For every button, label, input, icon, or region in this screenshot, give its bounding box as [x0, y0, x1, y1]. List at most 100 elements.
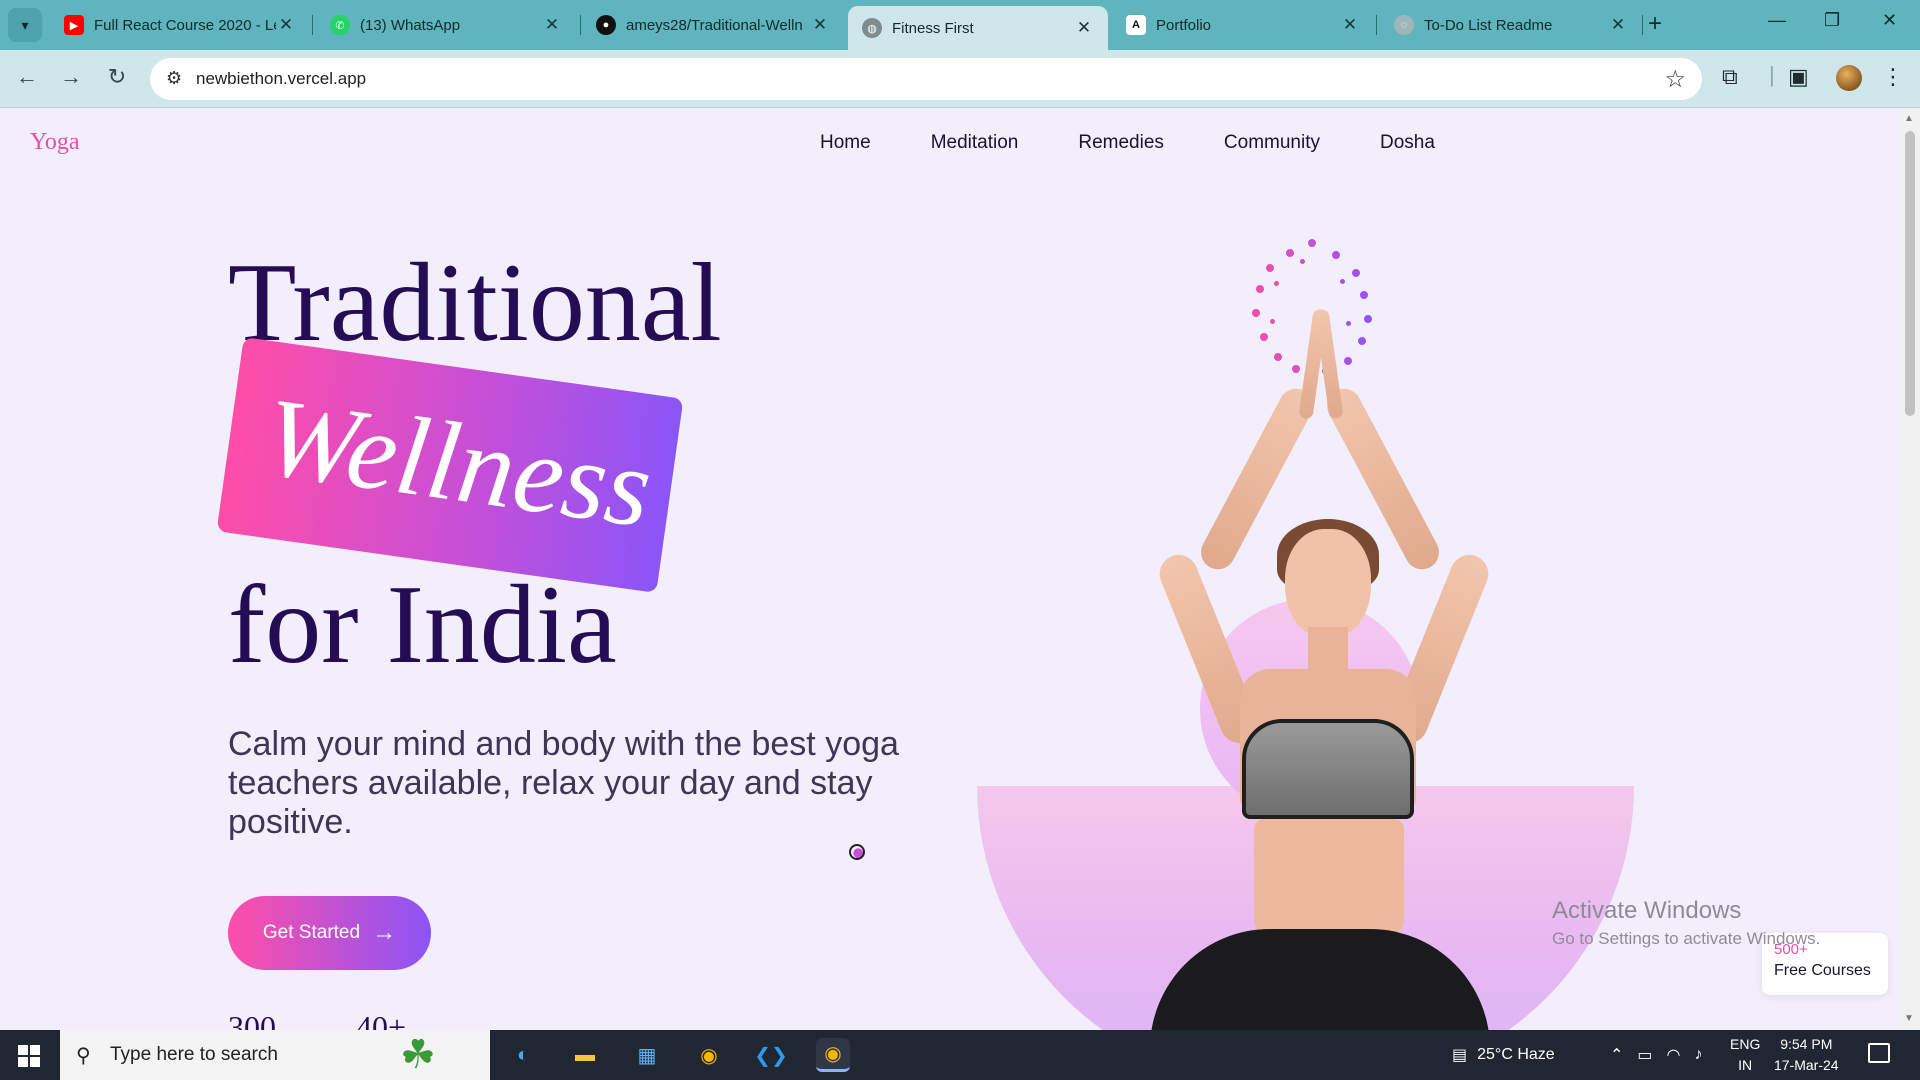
- side-panel-icon[interactable]: ▣: [1788, 64, 1809, 90]
- minimize-button[interactable]: —: [1768, 10, 1786, 31]
- yoga-woman-illustration: [1130, 229, 1510, 1030]
- portfolio-icon: A: [1126, 15, 1146, 35]
- search-placeholder: Type here to search: [110, 1044, 278, 1065]
- globe-icon: ◍: [862, 18, 882, 38]
- tab-github[interactable]: ● ameys28/Traditional-Welln ✕: [582, 6, 844, 44]
- windows-taskbar: ⚲ Type here to search ☘ ◐ ▬ ▦ ◉ ❮❯ ◉ ▤ 2…: [0, 1030, 1920, 1080]
- todo-icon: ◌: [1394, 15, 1414, 35]
- date-text: 17-Mar-24: [1774, 1057, 1839, 1073]
- notification-icon[interactable]: [1868, 1043, 1890, 1063]
- nav-remedies[interactable]: Remedies: [1078, 132, 1164, 154]
- hero-title-line1: Traditional: [228, 241, 722, 365]
- arrow-right-icon: →: [372, 919, 397, 946]
- new-tab-button[interactable]: +: [1648, 10, 1662, 38]
- address-bar[interactable]: ⚙ newbiethon.vercel.app ☆: [150, 58, 1702, 100]
- cursor-follower: [849, 844, 865, 860]
- get-started-button[interactable]: Get Started →: [228, 896, 431, 970]
- profile-avatar[interactable]: [1836, 65, 1862, 91]
- head: [1285, 529, 1371, 639]
- courses-label: Free Courses: [1774, 962, 1871, 979]
- battery-icon[interactable]: ▭: [1637, 1045, 1652, 1065]
- crossed-legs: [1150, 929, 1490, 1030]
- forward-button[interactable]: →: [56, 64, 86, 90]
- microsoft-store-icon[interactable]: ▦: [630, 1038, 664, 1072]
- page-scrollbar[interactable]: ▲ ▼: [1900, 109, 1920, 1030]
- midriff: [1254, 819, 1404, 939]
- file-explorer-icon[interactable]: ▬: [568, 1038, 602, 1072]
- tab-portfolio[interactable]: A Portfolio ✕: [1112, 6, 1374, 44]
- close-icon[interactable]: ✕: [542, 15, 562, 35]
- region-code: IN: [1738, 1057, 1753, 1073]
- bookmark-star-icon[interactable]: ☆: [1664, 65, 1686, 94]
- scroll-up-arrow-icon[interactable]: ▲: [1904, 113, 1914, 124]
- stats-row: 300 40+: [228, 1009, 406, 1030]
- close-window-button[interactable]: ✕: [1882, 10, 1897, 31]
- menu-icon[interactable]: ⋮: [1882, 64, 1904, 90]
- wifi-icon[interactable]: ◠: [1667, 1045, 1681, 1065]
- vscode-icon[interactable]: ❮❯: [754, 1038, 788, 1072]
- cta-label: Get Started: [262, 922, 361, 943]
- tab-strip: ▾ ▶ Full React Course 2020 - Le ✕ ✆ (13)…: [0, 0, 1920, 50]
- tab-todo[interactable]: ◌ To-Do List Readme ✕: [1380, 6, 1642, 44]
- chevron-up-icon[interactable]: ⌃: [1610, 1045, 1623, 1065]
- nav-home[interactable]: Home: [820, 132, 871, 154]
- nav-dosha[interactable]: Dosha: [1380, 132, 1435, 154]
- activate-windows-watermark: Activate Windows Go to Settings to activ…: [1552, 897, 1820, 949]
- browser-toolbar: ← → ↻ ⚙ newbiethon.vercel.app ☆ ⧉ | ▣ ⋮: [0, 50, 1920, 108]
- close-icon[interactable]: ✕: [810, 15, 830, 35]
- close-icon[interactable]: ✕: [1074, 18, 1094, 38]
- tab-title: To-Do List Readme: [1424, 16, 1553, 34]
- taskbar-search[interactable]: ⚲ Type here to search ☘: [60, 1030, 490, 1080]
- tab-search-button[interactable]: ▾: [8, 8, 42, 42]
- scrollbar-thumb[interactable]: [1905, 131, 1915, 416]
- shamrock-icon: ☘: [400, 1033, 436, 1077]
- nav-meditation[interactable]: Meditation: [931, 132, 1019, 154]
- windows-start-icon[interactable]: [18, 1045, 40, 1067]
- site-settings-icon[interactable]: ⚙: [166, 68, 182, 89]
- youtube-icon: ▶: [64, 15, 84, 35]
- whatsapp-icon: ✆: [330, 15, 350, 35]
- chrome-active-icon[interactable]: ◉: [816, 1038, 850, 1072]
- tab-whatsapp[interactable]: ✆ (13) WhatsApp ✕: [316, 6, 576, 44]
- toolbar-divider: |: [1769, 62, 1775, 87]
- tab-title: Fitness First: [892, 19, 974, 37]
- github-icon: ●: [596, 15, 616, 35]
- hero-title-line3: for India: [228, 563, 617, 687]
- language-indicator[interactable]: ENG IN: [1730, 1034, 1760, 1076]
- hero-highlight-text: Wellness: [257, 374, 659, 552]
- lang-code: ENG: [1730, 1036, 1761, 1052]
- clock[interactable]: 9:54 PM 17-Mar-24: [1774, 1034, 1839, 1076]
- tab-youtube[interactable]: ▶ Full React Course 2020 - Le ✕: [50, 6, 310, 44]
- search-icon: ⚲: [76, 1045, 91, 1067]
- close-icon[interactable]: ✕: [1608, 15, 1628, 35]
- weather-text: 25°C Haze: [1477, 1046, 1555, 1063]
- close-icon[interactable]: ✕: [276, 15, 296, 35]
- main-nav: Home Meditation Remedies Community Dosha: [820, 132, 1435, 154]
- close-icon[interactable]: ✕: [1340, 15, 1360, 35]
- web-page: Yoga Home Meditation Remedies Community …: [0, 109, 1900, 1030]
- tab-title: ameys28/Traditional-Welln: [626, 16, 803, 34]
- watermark-subtitle: Go to Settings to activate Windows.: [1552, 929, 1821, 948]
- weather-widget[interactable]: ▤ 25°C Haze: [1452, 1030, 1555, 1080]
- site-logo[interactable]: Yoga: [30, 129, 80, 156]
- chrome-icon[interactable]: ◉: [692, 1038, 726, 1072]
- hero-subtitle: Calm your mind and body with the best yo…: [228, 725, 899, 841]
- stat-value: 300: [228, 1009, 276, 1030]
- extensions-icon[interactable]: ⧉: [1722, 64, 1738, 90]
- restore-button[interactable]: ❐: [1824, 10, 1840, 31]
- chevron-down-icon: ▾: [21, 16, 29, 33]
- stat-value: 40+: [356, 1009, 407, 1030]
- sports-top: [1242, 719, 1414, 819]
- volume-icon[interactable]: ♪: [1695, 1046, 1703, 1064]
- watermark-title: Activate Windows: [1552, 897, 1742, 924]
- back-button[interactable]: ←: [12, 64, 42, 90]
- nav-community[interactable]: Community: [1224, 132, 1320, 154]
- news-icon: ▤: [1452, 1047, 1468, 1064]
- edge-icon[interactable]: ◐: [506, 1038, 540, 1072]
- time-text: 9:54 PM: [1780, 1036, 1833, 1052]
- reload-button[interactable]: ↻: [102, 64, 132, 90]
- tab-title: Portfolio: [1156, 16, 1212, 34]
- scroll-down-arrow-icon[interactable]: ▼: [1904, 1013, 1914, 1024]
- url-text[interactable]: newbiethon.vercel.app: [196, 69, 366, 89]
- tab-fitness-first[interactable]: ◍ Fitness First ✕: [848, 6, 1108, 50]
